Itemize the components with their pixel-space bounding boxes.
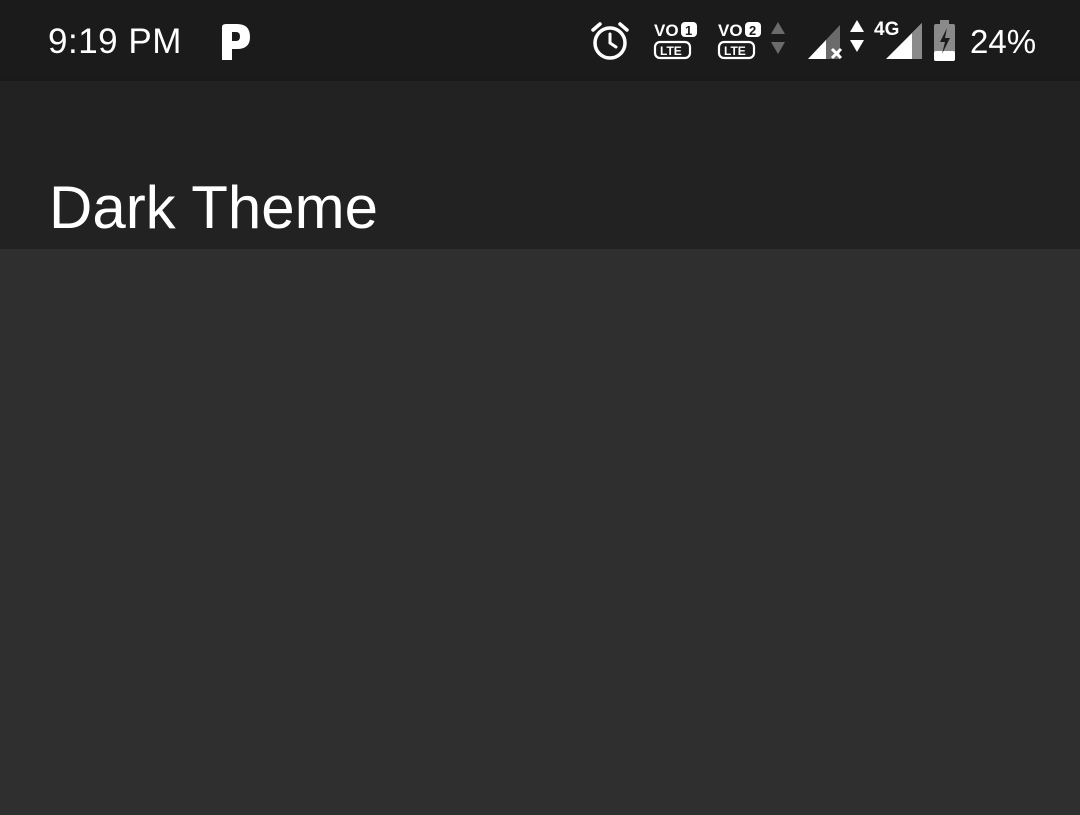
data-activity-4g-icon: [848, 19, 866, 58]
svg-text:2: 2: [749, 23, 756, 38]
battery-percent: 24%: [970, 23, 1037, 60]
content-area: [0, 249, 1080, 815]
volte-sim2-icon: VO 2 LTE: [717, 20, 763, 65]
signal-4g-icon: 4G: [872, 16, 924, 65]
data-activity-icon: [769, 21, 787, 60]
alarm-icon: [589, 20, 631, 67]
volte-sim1-icon: VO 1 LTE: [653, 20, 699, 65]
battery-charging-icon: [932, 20, 958, 67]
pandora-p-icon: [218, 22, 252, 67]
svg-text:VO: VO: [718, 21, 743, 40]
svg-text:LTE: LTE: [660, 44, 682, 58]
svg-text:LTE: LTE: [724, 44, 746, 58]
status-bar: 9:19 PM VO 1 LTE VO 2 LTE 4G 24%: [0, 0, 1080, 81]
svg-text:VO: VO: [654, 21, 679, 40]
signal-no-service-icon: [806, 22, 846, 65]
svg-text:4G: 4G: [874, 19, 899, 40]
svg-text:1: 1: [685, 23, 692, 38]
app-bar: Dark Theme: [0, 81, 1080, 249]
page-title: Dark Theme: [49, 174, 379, 242]
status-time: 9:19 PM: [48, 22, 182, 61]
